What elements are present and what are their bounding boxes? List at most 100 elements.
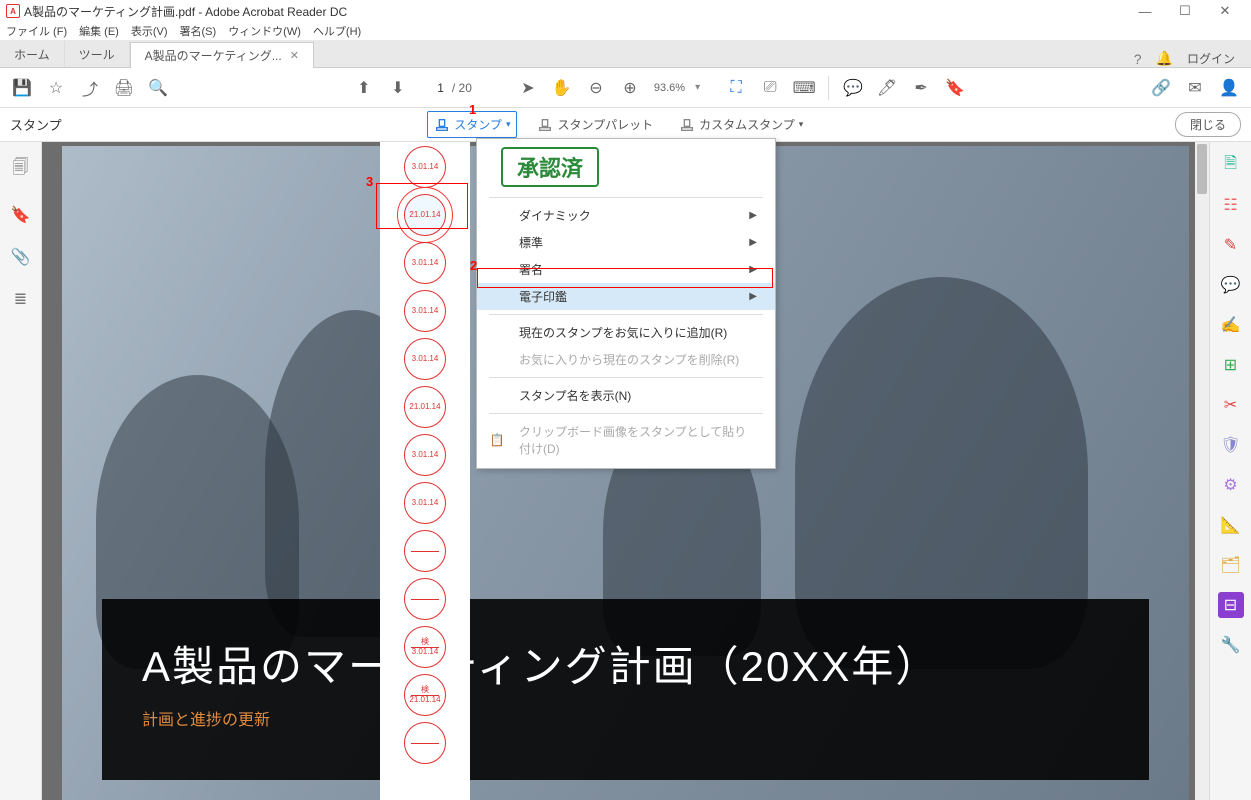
close-window-button[interactable]: ✕ <box>1205 0 1245 22</box>
window-title: A製品のマーケティング計画.pdf - Adobe Acrobat Reader… <box>24 3 1125 20</box>
settings-icon[interactable]: 🔧 <box>1218 632 1244 658</box>
page-total: / 20 <box>452 81 472 95</box>
edit-pdf-icon[interactable]: ✎ <box>1218 232 1244 258</box>
clipboard-icon: 📋 <box>489 432 505 448</box>
fit-page-icon[interactable]: ⎚ <box>756 74 784 102</box>
minimize-button[interactable]: — <box>1125 0 1165 22</box>
combine-icon[interactable]: ⊞ <box>1218 352 1244 378</box>
stamp-preview-strip: 3.01.14 21.01.14 3.01.14 3.01.14 3.01.14 21.0… <box>380 142 470 800</box>
menu-dynamic[interactable]: ダイナミック▶ <box>477 202 775 229</box>
add-user-icon[interactable]: 👤 <box>1215 74 1243 102</box>
search-icon[interactable]: 🔍 <box>144 74 172 102</box>
star-icon[interactable]: ☆ <box>42 74 70 102</box>
close-tab-icon[interactable]: ✕ <box>290 49 299 62</box>
menu-file[interactable]: ファイル (F) <box>6 23 67 39</box>
stamp-item-4[interactable]: 3.01.14 <box>404 338 446 380</box>
menu-window[interactable]: ウィンドウ(W) <box>228 23 301 39</box>
read-mode-icon[interactable]: ⌨ <box>790 74 818 102</box>
stamp-dropdown-menu: 承認済 ダイナミック▶ 標準▶ 署名▶ 電子印鑑▶ 現在のスタンプをお気に入りに… <box>476 138 776 469</box>
scrollbar-thumb[interactable] <box>1197 144 1207 194</box>
mail-icon[interactable]: ✉ <box>1181 74 1209 102</box>
stamp-tool-icon[interactable]: 🔖 <box>941 74 969 102</box>
menu-help[interactable]: ヘルプ(H) <box>313 23 361 39</box>
stamp-item-9[interactable] <box>404 578 446 620</box>
compress-icon[interactable]: ⚙ <box>1218 472 1244 498</box>
menu-edit[interactable]: 編集 (E) <box>79 23 119 39</box>
pointer-icon[interactable]: ➤ <box>514 74 542 102</box>
measure-icon[interactable]: 📐 <box>1218 512 1244 538</box>
menu-signature[interactable]: 署名▶ <box>477 256 775 283</box>
tab-tools[interactable]: ツール <box>65 41 130 67</box>
menu-add-favorite[interactable]: 現在のスタンプをお気に入りに追加(R) <box>477 319 775 346</box>
bell-icon[interactable]: 🔔 <box>1156 50 1173 67</box>
link-icon[interactable]: 🔗 <box>1147 74 1175 102</box>
save-icon[interactable]: 💾 <box>8 74 36 102</box>
sign-icon[interactable]: ✒ <box>907 74 935 102</box>
menu-electronic-seal[interactable]: 電子印鑑▶ <box>477 283 775 310</box>
menu-sign[interactable]: 署名(S) <box>180 23 217 39</box>
organize-icon[interactable]: ☷ <box>1218 192 1244 218</box>
stamp-item-3[interactable]: 3.01.14 <box>404 290 446 332</box>
stamp-item-0[interactable]: 3.01.14 <box>404 146 446 188</box>
login-link[interactable]: ログイン <box>1187 50 1235 67</box>
stamp-toolbar: スタンプ スタンプ▾ スタンプパレット カスタムスタンプ▾ 閉じる <box>0 108 1251 142</box>
pdf-icon: A <box>6 4 20 18</box>
custom-stamp-button[interactable]: カスタムスタンプ▾ <box>673 112 809 137</box>
stamp-item-2[interactable]: 3.01.14 <box>404 242 446 284</box>
vertical-scrollbar[interactable] <box>1195 142 1209 800</box>
stamp-item-12[interactable] <box>404 722 446 764</box>
help-icon[interactable]: ? <box>1134 51 1142 67</box>
menu-view[interactable]: 表示(V) <box>131 23 168 39</box>
stamp-item-10[interactable]: 検3.01.14 <box>404 626 446 668</box>
highlight-icon[interactable]: 🖊 <box>873 74 901 102</box>
stamp-item-1[interactable]: 21.01.14 <box>404 194 446 236</box>
attachment-icon[interactable]: 📎 <box>11 247 31 267</box>
stamp-item-6[interactable]: 3.01.14 <box>404 434 446 476</box>
zoom-out-icon[interactable]: ⊖ <box>582 74 610 102</box>
stamp-palette-button[interactable]: スタンプパレット <box>531 112 659 137</box>
export-pdf-icon[interactable]: 🗎 <box>1218 152 1244 178</box>
close-stampbar-button[interactable]: 閉じる <box>1175 112 1241 137</box>
stamp-icon <box>434 117 450 133</box>
fill-sign-icon[interactable]: ✍ <box>1218 312 1244 338</box>
thumbnails-icon[interactable]: 🗐 <box>13 156 29 183</box>
zoom-value[interactable]: 93.6% <box>654 82 685 94</box>
stamp-panel-icon[interactable]: ⊟ <box>1218 592 1244 618</box>
maximize-button[interactable]: ☐ <box>1165 0 1205 22</box>
zoom-in-icon[interactable]: ⊕ <box>616 74 644 102</box>
stamp-item-11[interactable]: 検21.01.14 <box>404 674 446 716</box>
zoom-dropdown-icon[interactable]: ▾ <box>695 82 700 93</box>
annotation-2: 2 <box>470 258 477 273</box>
upload-icon[interactable]: ⤴ <box>76 74 104 102</box>
page-up-icon[interactable]: ⬆ <box>350 74 378 102</box>
tab-document[interactable]: A製品のマーケティング...✕ <box>130 42 314 68</box>
protect-icon[interactable]: 🛡 <box>1218 432 1244 458</box>
fit-width-icon[interactable]: ⛶ <box>722 74 750 102</box>
stamp-item-7[interactable]: 3.01.14 <box>404 482 446 524</box>
custom-stamp-icon <box>679 117 695 133</box>
approved-stamp-preview[interactable]: 承認済 <box>501 147 599 187</box>
tab-home[interactable]: ホーム <box>0 41 65 67</box>
stamp-item-5[interactable]: 21.01.14 <box>404 386 446 428</box>
more-tool-icon[interactable]: 🗂 <box>1218 552 1244 578</box>
stamp-label: スタンプ <box>10 115 62 134</box>
print-icon[interactable]: 🖨 <box>110 74 138 102</box>
comment-icon[interactable]: 💬 <box>839 74 867 102</box>
hand-icon[interactable]: ✋ <box>548 74 576 102</box>
redact-icon[interactable]: ✂ <box>1218 392 1244 418</box>
tab-bar: ホーム ツール A製品のマーケティング...✕ ? 🔔 ログイン <box>0 40 1251 68</box>
page-down-icon[interactable]: ⬇ <box>384 74 412 102</box>
annotation-1: 1 <box>469 102 476 117</box>
stamp-item-8[interactable] <box>404 530 446 572</box>
menu-show-stamp-name[interactable]: スタンプ名を表示(N) <box>477 382 775 409</box>
layers-icon[interactable]: ≣ <box>14 289 27 309</box>
bookmark-icon[interactable]: 🔖 <box>11 205 31 225</box>
menu-remove-favorite: お気に入りから現在のスタンプを削除(R) <box>477 346 775 373</box>
right-tools-pane: 🗎 ☷ ✎ 💬 ✍ ⊞ ✂ 🛡 ⚙ 📐 🗂 ⊟ 🔧 <box>1209 142 1251 800</box>
comment-tool-icon[interactable]: 💬 <box>1218 272 1244 298</box>
page-input[interactable] <box>418 81 444 95</box>
slide-title-block: A製品のマーケティング計画（20XX年） 計画と進捗の更新 <box>102 599 1149 780</box>
left-nav: 🗐 🔖 📎 ≣ <box>0 142 42 800</box>
menu-standard[interactable]: 標準▶ <box>477 229 775 256</box>
menu-bar: ファイル (F) 編集 (E) 表示(V) 署名(S) ウィンドウ(W) ヘルプ… <box>0 22 1251 40</box>
